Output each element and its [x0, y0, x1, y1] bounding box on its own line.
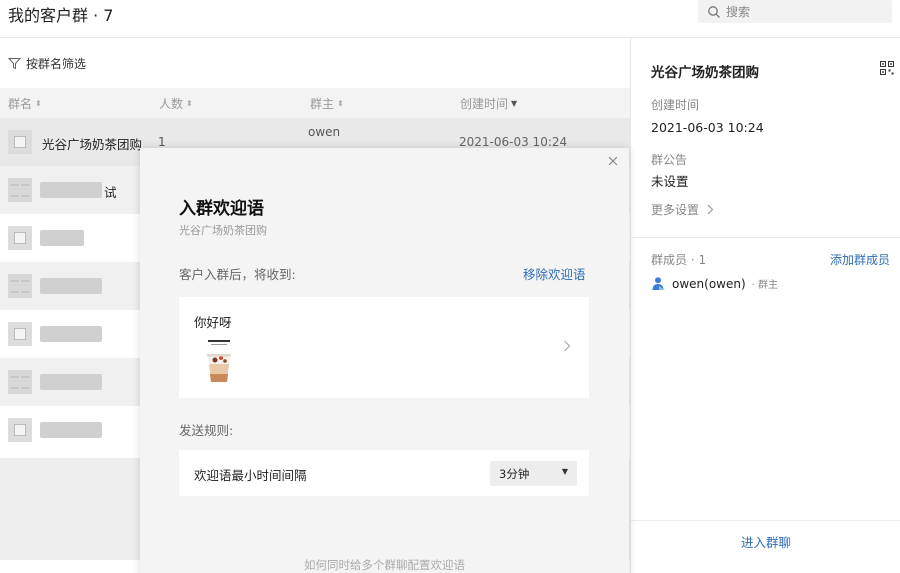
dialog-title: 入群欢迎语 — [179, 199, 264, 219]
search-input[interactable] — [726, 0, 886, 23]
chevron-right-icon — [564, 340, 571, 352]
table-header: 群名 ⬍ 人数 ⬍ 群主 ⬍ 创建时间 ▼ — [0, 88, 630, 118]
divider — [631, 237, 900, 238]
created-time-value: 2021-06-03 10:24 — [651, 120, 764, 135]
group-notice-value: 未设置 — [651, 174, 689, 189]
group-name-suffix: 试 — [104, 185, 117, 200]
column-header-count[interactable]: 人数 ⬍ — [159, 95, 193, 112]
group-avatar — [8, 418, 32, 442]
search-box[interactable] — [698, 0, 892, 23]
divider — [631, 520, 900, 521]
column-header-owner[interactable]: 群主 ⬍ — [310, 95, 344, 112]
top-header: 我的客户群 · 7 — [0, 0, 900, 38]
blurred-group-name — [40, 278, 102, 294]
member-count: 1 — [158, 135, 166, 149]
column-header-created-time[interactable]: 创建时间 ▼ — [460, 95, 517, 112]
group-owner: owen — [308, 125, 341, 139]
enter-group-chat-button[interactable]: 进入群聊 — [631, 532, 900, 551]
column-header-name[interactable]: 群名 ⬍ — [8, 95, 42, 112]
remove-welcome-button[interactable]: 移除欢迎语 — [523, 264, 586, 283]
blurred-group-name — [40, 326, 102, 342]
multi-group-config-help-link[interactable]: 如何同时给多个群聊配置欢迎语 — [140, 557, 629, 573]
group-avatar — [8, 370, 32, 394]
group-avatar — [8, 226, 32, 250]
group-avatar — [8, 130, 32, 154]
interval-select[interactable]: 3分钟 ▼ — [490, 461, 577, 486]
column-header-label: 人数 — [159, 97, 184, 111]
blurred-group-name — [40, 422, 102, 438]
group-detail-panel: 光谷广场奶茶团购 创建时间 2021-06-03 10:24 群公告 未设置 更… — [630, 38, 900, 573]
members-label: 群成员 · 1 — [651, 253, 707, 267]
search-icon — [708, 6, 720, 18]
send-rules-label: 发送规则: — [179, 423, 234, 438]
user-icon — [652, 277, 665, 290]
detail-group-title: 光谷广场奶茶团购 — [651, 65, 759, 81]
member-name: owen(owen) — [672, 276, 746, 291]
page-title: 我的客户群 · 7 — [8, 6, 114, 25]
member-item[interactable]: owen(owen) · 群主 — [651, 276, 778, 291]
created-time: 2021-06-03 10:24 — [459, 135, 568, 149]
milk-tea-image — [194, 336, 244, 386]
blurred-group-name — [40, 230, 84, 246]
min-interval-rule: 欢迎语最小时间间隔 3分钟 ▼ — [179, 450, 589, 496]
add-member-button[interactable]: 添加群成员 — [830, 251, 890, 268]
chevron-right-icon — [707, 204, 714, 215]
blurred-group-name — [40, 374, 102, 390]
sort-icon: ⬍ — [337, 99, 344, 108]
blurred-group-name — [40, 182, 102, 198]
filter-label: 按群名筛选 — [26, 56, 87, 71]
filter-icon — [8, 57, 21, 69]
min-interval-label: 欢迎语最小时间间隔 — [194, 468, 307, 483]
close-icon[interactable] — [606, 154, 620, 168]
group-avatar — [8, 322, 32, 346]
created-time-label: 创建时间 — [651, 98, 700, 112]
filter-by-name-button[interactable]: 按群名筛选 — [8, 55, 86, 71]
group-avatar — [8, 274, 32, 298]
caret-down-icon: ▼ — [561, 467, 568, 476]
welcome-message-card[interactable]: 你好呀 — [179, 297, 589, 398]
welcome-text: 你好呀 — [194, 315, 232, 330]
column-header-label: 创建时间 — [460, 97, 509, 111]
more-settings-link[interactable]: 更多设置 — [651, 201, 714, 218]
sort-desc-icon: ▼ — [511, 99, 518, 108]
group-avatar — [8, 178, 32, 202]
column-header-label: 群名 — [8, 97, 33, 111]
column-header-label: 群主 — [310, 97, 335, 111]
sort-icon: ⬍ — [35, 99, 42, 108]
group-notice-label: 群公告 — [651, 153, 688, 167]
group-name: 光谷广场奶茶团购 — [42, 137, 143, 152]
sort-icon: ⬍ — [186, 99, 193, 108]
welcome-message-dialog: 入群欢迎语 光谷广场奶茶团购 客户入群后，将收到: 移除欢迎语 你好呀 发送规则… — [140, 148, 629, 573]
qr-code-icon[interactable] — [880, 61, 894, 75]
interval-value: 3分钟 — [499, 467, 530, 481]
welcome-prompt: 客户入群后，将收到: — [179, 267, 296, 282]
more-settings-label: 更多设置 — [651, 203, 700, 217]
dialog-subtitle: 光谷广场奶茶团购 — [179, 224, 267, 237]
member-role: · 群主 — [751, 280, 779, 291]
